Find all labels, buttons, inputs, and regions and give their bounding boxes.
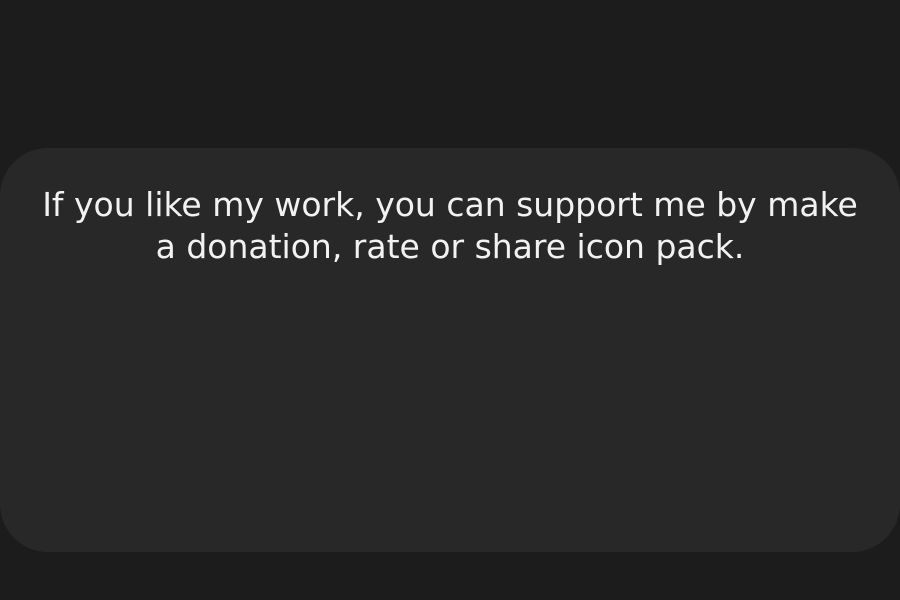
support-card: If you like my work, you can support me … bbox=[0, 148, 900, 552]
support-message: If you like my work, you can support me … bbox=[42, 185, 858, 266]
